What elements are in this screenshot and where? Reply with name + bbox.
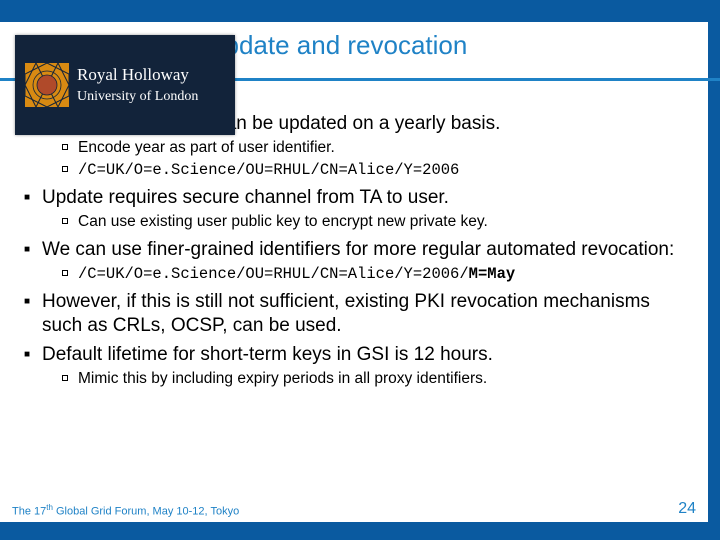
page-number: 24 (678, 500, 696, 518)
bullet-1b: /C=UK/O=e.Science/OU=RHUL/CN=Alice/Y=200… (20, 160, 690, 180)
footer-prefix: The 17 (12, 506, 46, 518)
footer-rest: Global Grid Forum, May 10-12, Tokyo (53, 506, 239, 518)
bullet-2: Update requires secure channel from TA t… (20, 186, 690, 210)
bullet-3a: /C=UK/O=e.Science/OU=RHUL/CN=Alice/Y=200… (20, 264, 690, 284)
content-area: User long term keys can be updated on a … (20, 106, 690, 391)
bullet-2a: Can use existing user public key to encr… (20, 212, 690, 232)
right-decoration-strip (708, 0, 720, 540)
bullet-1a: Encode year as part of user identifier. (20, 138, 690, 158)
slide: Key update and revocation Royal Holloway… (0, 0, 720, 540)
logo-seal-icon (25, 63, 69, 107)
footer-sup: th (46, 503, 53, 512)
bottom-decoration-bar (0, 522, 720, 540)
bullet-3: We can use finer-grained identifiers for… (20, 238, 690, 262)
institution-logo: Royal Holloway University of London (15, 35, 235, 135)
logo-text: Royal Holloway University of London (77, 65, 198, 105)
bullet-4: However, if this is still not sufficient… (20, 290, 690, 338)
footer-text: The 17th Global Grid Forum, May 10-12, T… (12, 503, 239, 518)
logo-line-2: University of London (77, 89, 198, 105)
bullet-5a: Mimic this by including expiry periods i… (20, 369, 690, 389)
bullet-3a-prefix: /C=UK/O=e.Science/OU=RHUL/CN=Alice/Y=200… (78, 265, 469, 283)
top-decoration-bar (0, 0, 720, 22)
logo-line-1: Royal Holloway (77, 65, 198, 85)
bullet-5: Default lifetime for short-term keys in … (20, 343, 690, 367)
bullet-3a-bold: M=May (469, 265, 516, 283)
